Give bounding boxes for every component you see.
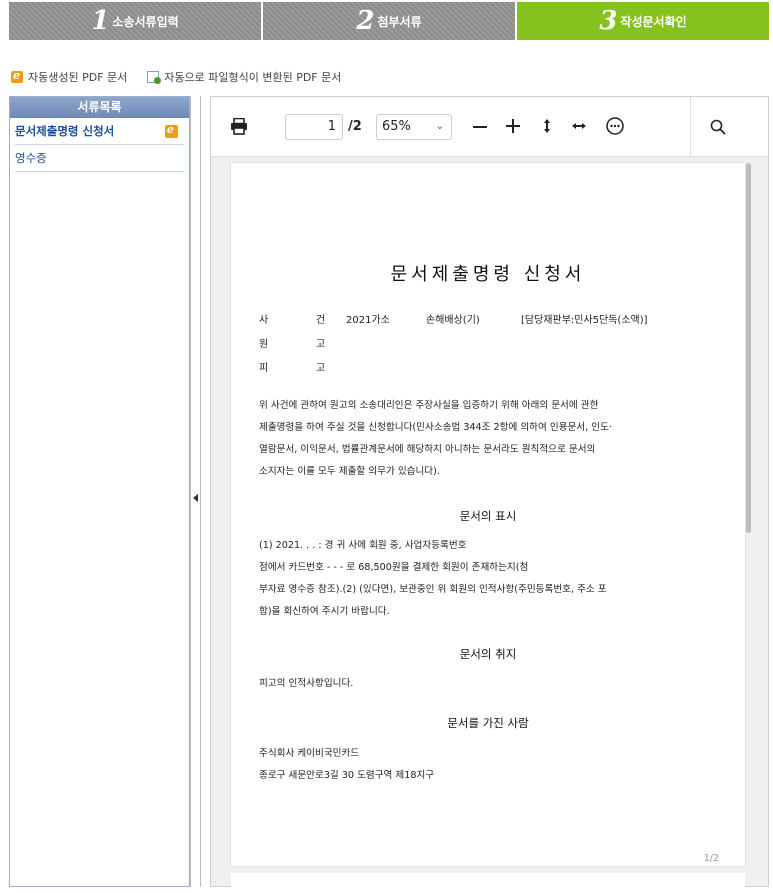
chevron-down-icon: ⌄ xyxy=(435,121,444,132)
case-number: 2021가소 xyxy=(346,315,390,326)
step-2-number: 2 xyxy=(356,6,375,36)
holder-paragraph: 주식회사 케이비국민카드 종로구 새문안로3길 30 도렴구역 제18지구 xyxy=(259,743,719,787)
print-icon[interactable] xyxy=(230,118,248,135)
more-options-icon[interactable] xyxy=(606,117,624,135)
section-heading: 문서를 가진 사람 xyxy=(447,716,529,730)
defendant-label-2: 고 xyxy=(316,363,326,374)
section-1-line: 점에서 카드번호 - - - 로 68,500원을 결제한 회원이 존재하는지(… xyxy=(259,562,529,573)
plaintiff-label-1: 원 xyxy=(259,339,269,350)
intro-line: 열람문서, 이익문서, 법률관계문서에 해당하지 아니하는 문서라도 원칙적으로… xyxy=(259,444,596,455)
scrollbar-thumb[interactable] xyxy=(746,163,751,533)
section-heading: 문서의 표시 xyxy=(459,509,517,523)
section-1-paragraph: (1) 2021. . . : 경 귀 사에 회원 중, 사업자등록번호 점에서… xyxy=(259,535,719,623)
case-name: 손해배상(기) xyxy=(426,315,480,326)
panel-splitter[interactable] xyxy=(190,96,201,887)
zoom-value: 65% xyxy=(382,119,411,134)
page-number-label: 1/2 xyxy=(703,853,719,864)
fit-width-icon[interactable] xyxy=(572,123,586,129)
document-list-item-label: 영수증 xyxy=(15,151,47,165)
legend: 자동생성된 PDF 문서 자동으로 파일형식이 변환된 PDF 문서 xyxy=(11,69,341,85)
section-1-line: (1) 2021. . . : 경 귀 사에 회원 중, 사업자등록번호 xyxy=(259,540,467,551)
section-1-line: 함)을 회신하여 주시기 바랍니다. xyxy=(259,606,390,617)
step-3: 3 작성문서확인 xyxy=(515,2,769,40)
document-list-item[interactable]: 영수증 xyxy=(15,145,184,172)
zoom-in-icon[interactable] xyxy=(506,119,520,133)
auto-pdf-icon xyxy=(165,123,178,138)
legend-converted-pdf: 자동으로 파일형식이 변환된 PDF 문서 xyxy=(164,71,342,84)
step-2-label: 첨부서류 xyxy=(377,14,422,29)
intro-paragraph: 위 사건에 관하여 원고의 소송대리인은 주장사실을 입증하기 위해 아래의 문… xyxy=(259,395,719,483)
page-total: /2 xyxy=(348,119,362,134)
holder-name: 주식회사 케이비국민카드 xyxy=(259,748,360,759)
fit-height-icon[interactable] xyxy=(544,119,550,133)
step-1-number: 1 xyxy=(91,6,110,36)
step-2: 2 첨부서류 xyxy=(261,2,515,40)
document-title: 문서제출명령 신청서 xyxy=(390,264,586,285)
document-list-item-label: 문서제출명령 신청서 xyxy=(15,124,115,138)
holder-address: 종로구 새문안로3길 30 도렴구역 제18지구 xyxy=(259,770,435,781)
section-heading: 문서의 취지 xyxy=(459,647,517,661)
case-department: [담당재판부:민사5단독(소액)] xyxy=(521,315,648,326)
step-3-number: 3 xyxy=(599,6,618,36)
intro-line: 제출명령을 하여 주실 것을 신청합니다(민사소송법 344조 2항에 의하여 … xyxy=(259,422,612,433)
step-1: 1 소송서류입력 xyxy=(9,2,261,40)
collapse-left-icon[interactable] xyxy=(193,494,198,502)
page-number-input[interactable]: 1 xyxy=(285,114,343,140)
intro-line: 위 사건에 관하여 원고의 소송대리인은 주장사실을 입증하기 위해 아래의 문… xyxy=(259,400,599,411)
pdf-toolbar: 1 /2 65% ⌄ xyxy=(211,97,768,157)
document-list-item[interactable]: 문서제출명령 신청서 xyxy=(15,118,184,145)
search-icon[interactable] xyxy=(710,119,726,135)
document-list-title: 서류목록 xyxy=(10,97,189,118)
legend-auto-pdf: 자동생성된 PDF 문서 xyxy=(28,71,128,84)
pdf-page: 문서제출명령 신청서 사 건 2021가소 손해배상(기) [담당재판부:민사5… xyxy=(231,163,745,866)
case-label-2: 건 xyxy=(316,315,326,326)
case-label-1: 사 xyxy=(259,315,269,326)
intro-line: 소지자는 이를 모두 제출할 의무가 있습니다). xyxy=(259,466,440,477)
converted-pdf-icon xyxy=(147,71,162,84)
section-1-line: 부자료 영수증 참조).(2) (있다면), 보관중인 위 회원의 인적사항(주… xyxy=(259,584,607,595)
auto-pdf-icon xyxy=(11,69,23,83)
plaintiff-label-2: 고 xyxy=(316,339,326,350)
zoom-select[interactable]: 65% ⌄ xyxy=(376,114,452,140)
pdf-viewer: 1 /2 65% ⌄ 문서제출명령 신청서 사 건 2021가소 손해배상(기)… xyxy=(210,96,769,893)
step-bar: 1 소송서류입력 2 첨부서류 3 작성문서확인 xyxy=(9,2,769,40)
document-list-panel: 서류목록 문서제출명령 신청서 영수증 xyxy=(9,96,190,887)
pdf-page xyxy=(231,873,745,893)
defendant-label-1: 피 xyxy=(259,363,269,374)
zoom-out-icon[interactable] xyxy=(473,126,487,129)
section-2-paragraph: 피고의 인적사항입니다. xyxy=(259,678,354,689)
step-1-label: 소송서류입력 xyxy=(112,14,179,29)
step-3-label: 작성문서확인 xyxy=(620,14,687,29)
